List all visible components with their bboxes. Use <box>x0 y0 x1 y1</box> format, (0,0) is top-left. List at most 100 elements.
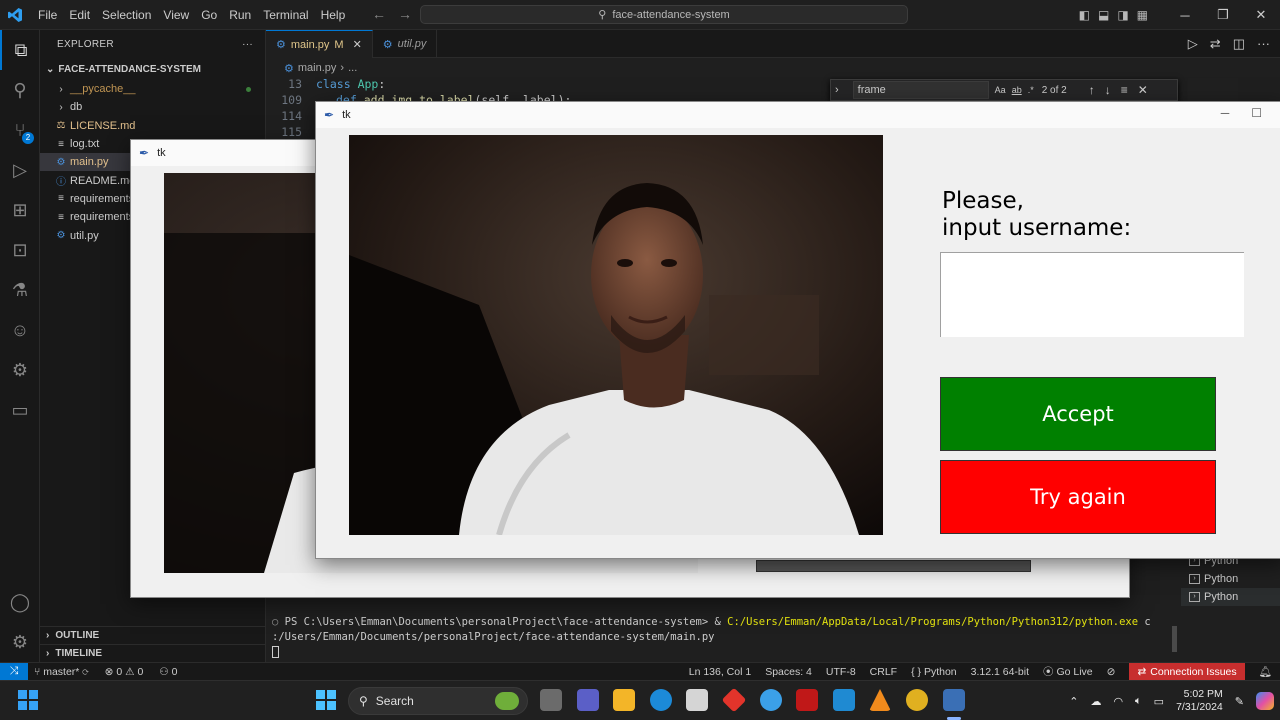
menu-item-file[interactable]: File <box>32 0 63 30</box>
windows-start-icon[interactable] <box>316 690 336 710</box>
close-find-icon[interactable]: ✕ <box>1138 83 1148 97</box>
branch-indicator[interactable]: ⑂ master* ⟳ <box>34 666 89 678</box>
terminal-scrollbar[interactable] <box>1172 626 1177 652</box>
more-actions-icon[interactable]: ··· <box>242 39 253 50</box>
menu-item-run[interactable]: Run <box>223 0 257 30</box>
tree-item[interactable]: ⚖ LICENSE.md <box>40 117 265 135</box>
command-center[interactable]: ⚲ face-attendance-system <box>420 5 908 24</box>
problems-indicator[interactable]: ⊗ 0 ⚠ 0 <box>105 666 144 678</box>
cursor-position[interactable]: Ln 136, Col 1 <box>689 666 751 678</box>
run-debug-icon[interactable]: ▷ <box>0 150 40 190</box>
tk-titlebar[interactable]: ✒ tk <box>316 102 1280 128</box>
menu-item-view[interactable]: View <box>157 0 195 30</box>
language-mode[interactable]: { } Python <box>911 666 957 678</box>
find-in-selection-icon[interactable]: ≡ <box>1121 83 1128 97</box>
indentation[interactable]: Spaces: 4 <box>765 666 812 678</box>
terminal-instance[interactable]: › Python <box>1181 588 1280 606</box>
maximize-button[interactable]: ❐ <box>1204 7 1242 23</box>
widgets-icon[interactable] <box>18 690 38 710</box>
explorer-icon[interactable]: ⧉ <box>0 30 40 70</box>
tree-item[interactable]: › __pycache__ <box>40 80 265 98</box>
tk-minimize-button[interactable]: ─ <box>1221 106 1230 120</box>
onedrive-icon[interactable]: ☁ <box>1090 695 1101 708</box>
tree-item[interactable]: › db <box>40 98 265 116</box>
toggle-panel-icon[interactable]: ⬓ <box>1098 8 1109 22</box>
match-case-toggle[interactable]: Aa <box>995 85 1006 95</box>
customize-layout-icon[interactable]: ▦ <box>1137 8 1148 22</box>
tab-util-py[interactable]: ⚙ util.py <box>373 30 438 58</box>
encoding[interactable]: UTF-8 <box>826 666 856 678</box>
accept-button[interactable]: Accept <box>940 377 1216 451</box>
chevron-up-icon[interactable]: ⌃ <box>1069 695 1078 708</box>
tk-window-front[interactable]: ✒ tk ─ ☐ Please, input username: Accept … <box>315 101 1280 559</box>
end-of-line[interactable]: CRLF <box>870 666 897 678</box>
forward-arrow-icon[interactable]: → <box>398 6 412 22</box>
tab-main-py[interactable]: ⚙ main.py M ✕ <box>266 30 373 58</box>
username-input[interactable] <box>940 252 1244 337</box>
anydesk-icon[interactable] <box>721 687 747 713</box>
menu-item-edit[interactable]: Edit <box>63 0 96 30</box>
testing-icon[interactable]: ⚗ <box>0 270 40 310</box>
toggle-sidebar-icon[interactable]: ◧ <box>1079 8 1090 22</box>
remote-explorer-icon[interactable]: ⊡ <box>0 230 40 270</box>
previous-match-icon[interactable]: ↑ <box>1089 83 1095 97</box>
menu-item-help[interactable]: Help <box>315 0 352 30</box>
account-icon[interactable]: ◯ <box>0 582 40 622</box>
copilot-icon[interactable]: ⊘ <box>1107 666 1116 678</box>
mcafee-icon[interactable] <box>796 689 818 711</box>
go-live-button[interactable]: ⦿ Go Live <box>1043 664 1093 679</box>
remote-indicator-icon[interactable]: ⤨ <box>0 662 28 681</box>
terminal-instance[interactable]: › Python <box>1181 570 1280 588</box>
volume-icon[interactable]: 🔈︎ <box>1135 695 1142 708</box>
vlc-icon[interactable] <box>869 689 891 711</box>
file-explorer-icon[interactable] <box>613 689 635 711</box>
whole-word-toggle[interactable]: ab <box>1012 85 1022 95</box>
try-again-button[interactable]: Try again <box>940 460 1216 534</box>
project-folder[interactable]: ⌄ FACE-ATTENDANCE-SYSTEM <box>40 58 265 80</box>
search-icon[interactable]: ⚲ <box>0 70 40 110</box>
minimize-button[interactable]: ─ <box>1166 8 1204 23</box>
copilot-icon[interactable] <box>1256 692 1274 710</box>
toggle-secondary-sidebar-icon[interactable]: ◨ <box>1117 8 1128 22</box>
photos-icon[interactable] <box>760 689 782 711</box>
terminal-panel[interactable]: ○ PS C:\Users\Emman\Documents\personalPr… <box>266 590 1172 662</box>
chat-icon[interactable]: ▭ <box>0 390 40 430</box>
chrome-icon[interactable] <box>906 689 928 711</box>
live-share-icon[interactable]: ☺ <box>0 310 40 350</box>
ports-indicator[interactable]: ⚇ 0 <box>159 666 177 678</box>
find-input[interactable]: frame <box>852 81 989 99</box>
vscode-taskbar-icon[interactable] <box>833 689 855 711</box>
menu-item-terminal[interactable]: Terminal <box>257 0 314 30</box>
battery-icon[interactable]: ▭ <box>1154 695 1164 708</box>
menu-item-go[interactable]: Go <box>195 0 223 30</box>
clock[interactable]: 5:02 PM 7/31/2024 <box>1176 688 1223 714</box>
python-tk-icon[interactable] <box>943 689 965 711</box>
menu-item-selection[interactable]: Selection <box>96 0 157 30</box>
run-file-icon[interactable]: ▷ <box>1188 36 1198 52</box>
settings-gear-icon[interactable]: ⚙ <box>0 622 40 662</box>
source-control-icon[interactable]: ⑂ 2 <box>0 110 40 150</box>
chevron-right-icon[interactable]: › <box>835 84 839 96</box>
timeline-section[interactable]: › TIMELINE <box>40 644 266 662</box>
tk-maximize-button[interactable]: ☐ <box>1251 106 1262 120</box>
python-interpreter[interactable]: 3.12.1 64-bit <box>971 666 1029 678</box>
extensions-icon[interactable]: ⊞ <box>0 190 40 230</box>
store-icon[interactable] <box>686 689 708 711</box>
minimap[interactable] <box>1188 78 1238 102</box>
more-actions-icon[interactable]: ··· <box>1257 36 1270 52</box>
back-arrow-icon[interactable]: ← <box>372 6 386 22</box>
outline-section[interactable]: › OUTLINE <box>40 626 266 644</box>
notifications-icon[interactable]: 🔔︎ <box>1259 665 1272 678</box>
close-window-button[interactable]: ✕ <box>1242 7 1280 23</box>
wifi-icon[interactable]: ◠ <box>1113 695 1123 708</box>
regex-toggle[interactable]: .* <box>1028 85 1034 95</box>
close-tab-icon[interactable]: ✕ <box>353 38 362 51</box>
edge-icon[interactable] <box>650 689 672 711</box>
docker-icon[interactable]: ⚙ <box>0 350 40 390</box>
next-match-icon[interactable]: ↓ <box>1105 83 1111 97</box>
connection-issues-badge[interactable]: ⇄ Connection Issues <box>1129 662 1245 681</box>
notifications-icon[interactable]: ✎ <box>1235 695 1244 708</box>
teams-icon[interactable] <box>577 689 599 711</box>
task-view-icon[interactable] <box>540 689 562 711</box>
split-editor-icon[interactable]: ◫ <box>1233 36 1245 52</box>
